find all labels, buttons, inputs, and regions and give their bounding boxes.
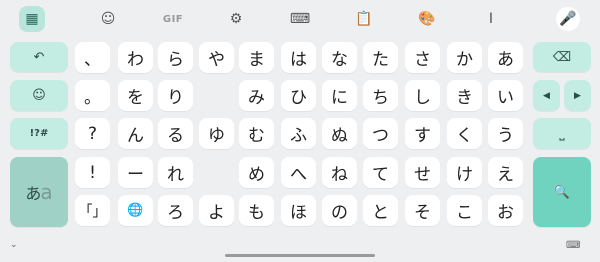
symbols-key[interactable]: !?# bbox=[10, 118, 68, 149]
kana-key[interactable]: せ bbox=[405, 157, 440, 188]
backspace-key[interactable]: ⌫ bbox=[533, 42, 591, 72]
kana-key[interactable]: こ bbox=[447, 195, 482, 226]
kana-key[interactable]: を bbox=[118, 80, 153, 111]
emoji-key[interactable]: ☺ bbox=[10, 80, 68, 111]
kana-key[interactable]: な bbox=[322, 42, 357, 73]
kana-key[interactable]: ん bbox=[118, 118, 153, 149]
cursor-left-key[interactable]: ◀ bbox=[533, 80, 560, 111]
kana-key[interactable]: ぬ bbox=[322, 118, 357, 149]
kana-key[interactable]: 「」 bbox=[75, 195, 110, 226]
kana-key[interactable]: た bbox=[363, 42, 398, 73]
empty-key-slot bbox=[199, 80, 234, 111]
kana-key[interactable]: ろ bbox=[158, 195, 193, 226]
kana-key[interactable]: や bbox=[199, 42, 234, 73]
switch-keyboard-icon[interactable]: ⌨ bbox=[566, 240, 580, 251]
kana-key[interactable]: に bbox=[322, 80, 357, 111]
globe-icon[interactable]: 🌐 bbox=[118, 195, 153, 226]
kana-key[interactable]: 、 bbox=[75, 42, 110, 73]
kana-key[interactable]: ち bbox=[363, 80, 398, 111]
mode-alpha-label: a bbox=[40, 180, 53, 204]
kana-key[interactable]: 。 bbox=[75, 80, 110, 111]
kana-key[interactable]: ま bbox=[239, 42, 274, 73]
kana-key[interactable]: ひ bbox=[281, 80, 316, 111]
text-cursor-icon[interactable]: Ⅰ bbox=[478, 6, 504, 32]
empty-key-slot bbox=[199, 157, 234, 188]
apps-grid-icon[interactable]: ▦ bbox=[19, 6, 45, 32]
kana-key[interactable]: あ bbox=[488, 42, 523, 73]
kana-key[interactable]: ね bbox=[322, 157, 357, 188]
navigation-handle[interactable] bbox=[225, 254, 375, 257]
search-enter-key[interactable]: 🔍 bbox=[533, 157, 591, 227]
kana-key[interactable]: ! bbox=[75, 157, 110, 188]
kana-key[interactable]: て bbox=[363, 157, 398, 188]
keyboard-icon[interactable]: ⌨ bbox=[287, 6, 313, 32]
kana-key[interactable]: れ bbox=[158, 157, 193, 188]
kana-key[interactable]: も bbox=[239, 195, 274, 226]
kana-key[interactable]: す bbox=[405, 118, 440, 149]
kana-key[interactable]: へ bbox=[281, 157, 316, 188]
kana-key[interactable]: い bbox=[488, 80, 523, 111]
kana-key[interactable]: わ bbox=[118, 42, 153, 73]
kana-key[interactable]: え bbox=[488, 157, 523, 188]
kana-key[interactable]: み bbox=[239, 80, 274, 111]
kana-key[interactable]: そ bbox=[405, 195, 440, 226]
kana-key[interactable]: は bbox=[281, 42, 316, 73]
palette-icon[interactable]: 🎨 bbox=[414, 6, 440, 32]
kana-key[interactable]: う bbox=[488, 118, 523, 149]
kana-key[interactable]: ら bbox=[158, 42, 193, 73]
kana-key[interactable]: ? bbox=[75, 118, 110, 149]
kana-key[interactable]: む bbox=[239, 118, 274, 149]
kana-key[interactable]: と bbox=[363, 195, 398, 226]
space-key[interactable]: ⎵ bbox=[533, 118, 591, 149]
kana-key[interactable]: る bbox=[158, 118, 193, 149]
cursor-right-key[interactable]: ▶ bbox=[564, 80, 591, 111]
clipboard-icon[interactable]: 📋 bbox=[351, 6, 377, 32]
hide-keyboard-icon[interactable]: ⌄ bbox=[10, 240, 18, 250]
kana-key[interactable]: さ bbox=[405, 42, 440, 73]
kana-key[interactable]: し bbox=[405, 80, 440, 111]
gif-icon[interactable]: GIF bbox=[160, 6, 186, 32]
kana-key[interactable]: め bbox=[239, 157, 274, 188]
kana-key[interactable]: よ bbox=[199, 195, 234, 226]
mode-kana-label: あ bbox=[25, 184, 42, 203]
kana-key[interactable]: く bbox=[447, 118, 482, 149]
undo-key[interactable]: ↶ bbox=[10, 42, 68, 72]
kana-key[interactable]: ゆ bbox=[199, 118, 234, 149]
kana-key[interactable]: の bbox=[322, 195, 357, 226]
kana-key[interactable]: お bbox=[488, 195, 523, 226]
kana-key[interactable]: け bbox=[447, 157, 482, 188]
kana-key[interactable]: り bbox=[158, 80, 193, 111]
input-mode-key[interactable]: あa bbox=[10, 157, 68, 227]
sticker-icon[interactable]: ☺ bbox=[95, 6, 121, 32]
microphone-icon[interactable]: 🎤 bbox=[556, 7, 580, 31]
settings-icon[interactable]: ⚙ bbox=[223, 6, 249, 32]
keyboard-toolbar: ▦ ☺ GIF ⚙ ⌨ 📋 🎨 Ⅰ 🎤 bbox=[0, 0, 600, 36]
kana-key[interactable]: か bbox=[447, 42, 482, 73]
kana-key[interactable]: つ bbox=[363, 118, 398, 149]
kana-key[interactable]: ふ bbox=[281, 118, 316, 149]
kana-key[interactable]: き bbox=[447, 80, 482, 111]
kana-key[interactable]: ー bbox=[118, 157, 153, 188]
kana-key[interactable]: ほ bbox=[281, 195, 316, 226]
